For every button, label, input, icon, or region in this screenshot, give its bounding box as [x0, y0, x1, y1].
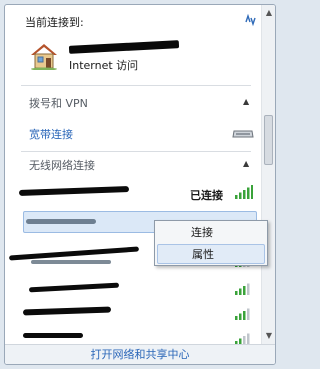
house-icon — [29, 42, 59, 71]
current-connection-label: 当前连接到: — [25, 16, 84, 29]
scrollbar[interactable]: ▲ ▼ — [261, 5, 275, 344]
wifi-network-item[interactable] — [22, 302, 257, 324]
redacted-ssid — [22, 306, 112, 316]
redacted-ssid — [31, 260, 111, 264]
open-network-center-link[interactable]: 打开网络和共享中心 — [5, 344, 275, 364]
redacted-network-name — [68, 40, 180, 54]
modem-icon — [232, 127, 254, 139]
scroll-up-icon[interactable]: ▲ — [264, 9, 274, 17]
network-flyout: 当前连接到: Internet 访问 拨号和 VPN ▲ 宽带连接 无线网络连接… — [4, 4, 276, 365]
context-menu: 连接 属性 — [154, 220, 268, 266]
scroll-thumb[interactable] — [264, 115, 273, 165]
internet-access-label: Internet 访问 — [69, 59, 139, 72]
wifi-signal-icon — [235, 306, 253, 320]
dialup-section-header[interactable]: 拨号和 VPN — [29, 95, 88, 111]
wireless-section-header[interactable]: 无线网络连接 — [29, 157, 95, 173]
divider — [21, 85, 251, 86]
redacted-ssid — [8, 246, 140, 261]
refresh-icon[interactable] — [243, 13, 257, 27]
broadband-connection-link[interactable]: 宽带连接 — [29, 126, 73, 142]
redacted-ssid — [28, 282, 120, 293]
wifi-signal-icon — [235, 331, 253, 345]
divider — [21, 151, 251, 152]
scroll-down-icon[interactable]: ▼ — [264, 332, 274, 340]
chevron-up-icon[interactable]: ▲ — [243, 159, 249, 168]
wifi-network-item[interactable] — [23, 277, 257, 299]
chevron-up-icon[interactable]: ▲ — [243, 97, 249, 106]
redacted-ssid — [23, 333, 83, 338]
wifi-signal-icon — [235, 281, 253, 295]
connected-status: 已连接 — [190, 189, 223, 202]
redacted-ssid — [18, 186, 130, 196]
menu-item-properties[interactable]: 属性 — [157, 244, 265, 264]
menu-item-connect[interactable]: 连接 — [157, 223, 265, 243]
wifi-signal-icon — [235, 185, 253, 199]
network-list: 当前连接到: Internet 访问 拨号和 VPN ▲ 宽带连接 无线网络连接… — [5, 5, 261, 345]
redacted-ssid — [26, 219, 96, 224]
